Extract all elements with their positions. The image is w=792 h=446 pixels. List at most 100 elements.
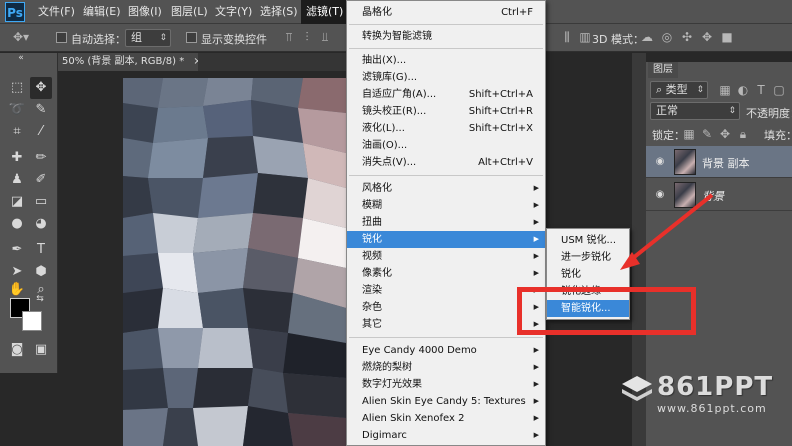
layer-row-background-copy[interactable]: ◉ 背景 副本	[646, 146, 792, 178]
move-tool-preset-icon[interactable]: ✥▾	[8, 30, 34, 44]
watermark-logo-icon	[622, 376, 652, 401]
watermark-url: www.861ppt.com	[657, 402, 767, 415]
menu-item-oil-paint[interactable]: 油画(O)...	[347, 137, 545, 154]
blur-tool-icon[interactable]: ●	[6, 213, 28, 235]
quick-select-tool-icon[interactable]: ✎	[30, 99, 52, 121]
distribute-icon[interactable]: ⫼	[560, 30, 574, 44]
screen-mode-icon[interactable]: ▣	[30, 339, 52, 361]
marquee-tool-icon[interactable]: ⬚	[6, 77, 28, 99]
menu-item-extract[interactable]: 抽出(X)...	[347, 52, 545, 69]
close-icon[interactable]: ×	[193, 56, 198, 67]
healing-brush-icon[interactable]: ✚	[6, 147, 28, 169]
menu-item-digimarc[interactable]: Digimarc ▶	[347, 427, 545, 444]
menu-image[interactable]: 图像(I)	[123, 0, 167, 24]
fill-label: 填充：	[764, 129, 792, 142]
menu-item-burning-pear[interactable]: 燃烧的梨树 ▶	[347, 359, 545, 376]
menu-item-vanishing-point[interactable]: 消失点(V)... Alt+Ctrl+V	[347, 154, 545, 171]
filter-shape-icon[interactable]: ▢	[772, 83, 786, 97]
quick-mask-icon[interactable]: ◙	[6, 339, 28, 361]
menu-item-crystallize-last[interactable]: 晶格化 Ctrl+F	[347, 4, 545, 21]
lock-pixels-icon[interactable]: ✎	[700, 127, 714, 141]
gradient-tool-icon[interactable]: ▭	[30, 191, 52, 213]
clone-stamp-icon[interactable]: ♟	[6, 169, 28, 191]
submenu-item-sharpen[interactable]: 锐化	[547, 266, 629, 283]
3d-mode-label: 3D 模式：	[592, 33, 644, 46]
menu-type[interactable]: 文字(Y)	[210, 0, 257, 24]
collapse-chevron-icon[interactable]: «	[10, 53, 32, 63]
eye-icon[interactable]: ◉	[654, 156, 666, 168]
layer-row-background[interactable]: ◉ 背景	[646, 179, 792, 211]
layer-filter-value: 类型	[665, 83, 688, 96]
menu-select[interactable]: 选择(S)	[255, 0, 303, 24]
history-brush-icon[interactable]: ✐	[30, 169, 52, 191]
background-color-swatch[interactable]	[22, 311, 42, 331]
3d-pan-icon[interactable]: ✣	[680, 30, 694, 44]
auto-select-dropdown[interactable]: 组 ⇕	[125, 29, 171, 47]
auto-align-icon[interactable]: ▥	[578, 30, 592, 44]
blend-mode-dropdown[interactable]: 正常 ⇕	[650, 102, 740, 120]
search-icon: ⌕	[656, 83, 666, 96]
menu-item-other[interactable]: 其它 ▶	[347, 316, 545, 333]
menu-file[interactable]: 文件(F)	[33, 0, 80, 24]
menu-item-adaptive-wide-angle[interactable]: 自适应广角(A)... Shift+Ctrl+A	[347, 86, 545, 103]
menu-item-sharpen[interactable]: 锐化 ▶	[347, 231, 545, 248]
menu-item-filter-gallery[interactable]: 滤镜库(G)...	[347, 69, 545, 86]
layer-filter-dropdown[interactable]: ⌕ 类型 ⇕	[650, 81, 708, 99]
3d-slide-icon[interactable]: ✥	[700, 30, 714, 44]
align-top-icon[interactable]: ⫪	[282, 30, 296, 44]
pen-tool-icon[interactable]: ✒	[6, 239, 28, 261]
menu-item-pixelate[interactable]: 像素化 ▶	[347, 265, 545, 282]
layers-tab[interactable]: 图层	[648, 62, 678, 78]
menu-item-render[interactable]: 渲染 ▶	[347, 282, 545, 299]
filter-type-icon[interactable]: T	[754, 83, 768, 97]
menu-item-distort[interactable]: 扭曲 ▶	[347, 214, 545, 231]
eye-icon[interactable]: ◉	[654, 189, 666, 201]
menu-item-eye-candy-5[interactable]: Alien Skin Eye Candy 5: Textures ▶	[347, 393, 545, 410]
swap-colors-icon[interactable]: ⇆	[34, 293, 46, 305]
eyedropper-tool-icon[interactable]: ⁄	[30, 121, 52, 143]
lock-label: 锁定：	[652, 129, 685, 142]
3d-rotate-icon[interactable]: ☁	[640, 30, 654, 44]
submenu-item-sharpen-more[interactable]: 进一步锐化	[547, 249, 629, 266]
move-tool-icon[interactable]: ✥	[30, 77, 52, 99]
menu-item-lens-correction[interactable]: 镜头校正(R)... Shift+Ctrl+R	[347, 103, 545, 120]
menu-item-stylize[interactable]: 风格化 ▶	[347, 180, 545, 197]
3d-roll-icon[interactable]: ◎	[660, 30, 674, 44]
auto-select-checkbox[interactable]	[56, 32, 67, 43]
lock-position-icon[interactable]: ✥	[718, 127, 732, 141]
align-bottom-icon[interactable]: ⫫	[318, 30, 332, 44]
filter-menu-dropdown: 晶格化 Ctrl+F 转换为智能滤镜 抽出(X)... 滤镜库(G)... 自适应…	[346, 0, 546, 446]
document-tab[interactable]: 50% (背景 副本, RGB/8) * ×	[58, 53, 198, 71]
brush-tool-icon[interactable]: ✏	[30, 147, 52, 169]
show-transform-checkbox[interactable]	[186, 32, 197, 43]
menu-item-liquify[interactable]: 液化(L)... Shift+Ctrl+X	[347, 120, 545, 137]
menu-filter[interactable]: 滤镜(T)	[301, 0, 349, 24]
menu-item-digital-light[interactable]: 数字灯光效果 ▶	[347, 376, 545, 393]
crystallized-image[interactable]	[123, 78, 346, 446]
filter-pixel-icon[interactable]: ▦	[718, 83, 732, 97]
menu-item-blur[interactable]: 模糊 ▶	[347, 197, 545, 214]
type-tool-icon[interactable]: T	[30, 239, 52, 261]
blend-row: 正常 ⇕ 不透明度：	[646, 102, 792, 122]
submenu-item-unsharp-mask[interactable]: USM 锐化...	[547, 232, 629, 249]
menu-item-video[interactable]: 视频 ▶	[347, 248, 545, 265]
menu-item-convert-smart-filter[interactable]: 转换为智能滤镜	[347, 28, 545, 45]
menu-item-noise[interactable]: 杂色 ▶	[347, 299, 545, 316]
crop-tool-icon[interactable]: ⌗	[6, 121, 28, 143]
dodge-tool-icon[interactable]: ◕	[30, 213, 52, 235]
filter-adjust-icon[interactable]: ◐	[736, 83, 750, 97]
align-middle-icon[interactable]: ⫶	[300, 30, 314, 44]
layer-thumbnail	[674, 182, 696, 208]
opacity-label: 不透明度：	[746, 107, 792, 120]
3d-scale-icon[interactable]: ■	[720, 30, 734, 44]
tools-panel: « ⬚ ✥ ➰ ✎ ⌗ ⁄ ✚ ✏ ♟ ✐ ◪ ▭ ● ◕ ✒ T ➤ ⬢ ✋ …	[0, 53, 58, 373]
menu-layer[interactable]: 图层(L)	[166, 0, 213, 24]
menu-item-eye-candy-4000[interactable]: Eye Candy 4000 Demo ▶	[347, 342, 545, 359]
lock-row: 锁定： ▦ ✎ ✥ 🔒︎ 填充：	[646, 124, 792, 144]
menu-item-xenofex[interactable]: Alien Skin Xenofex 2 ▶	[347, 410, 545, 427]
lock-transparent-icon[interactable]: ▦	[682, 127, 696, 141]
menu-edit[interactable]: 编辑(E)	[78, 0, 126, 24]
lasso-tool-icon[interactable]: ➰	[6, 99, 28, 121]
eraser-tool-icon[interactable]: ◪	[6, 191, 28, 213]
lock-all-icon[interactable]: 🔒︎	[736, 127, 750, 141]
